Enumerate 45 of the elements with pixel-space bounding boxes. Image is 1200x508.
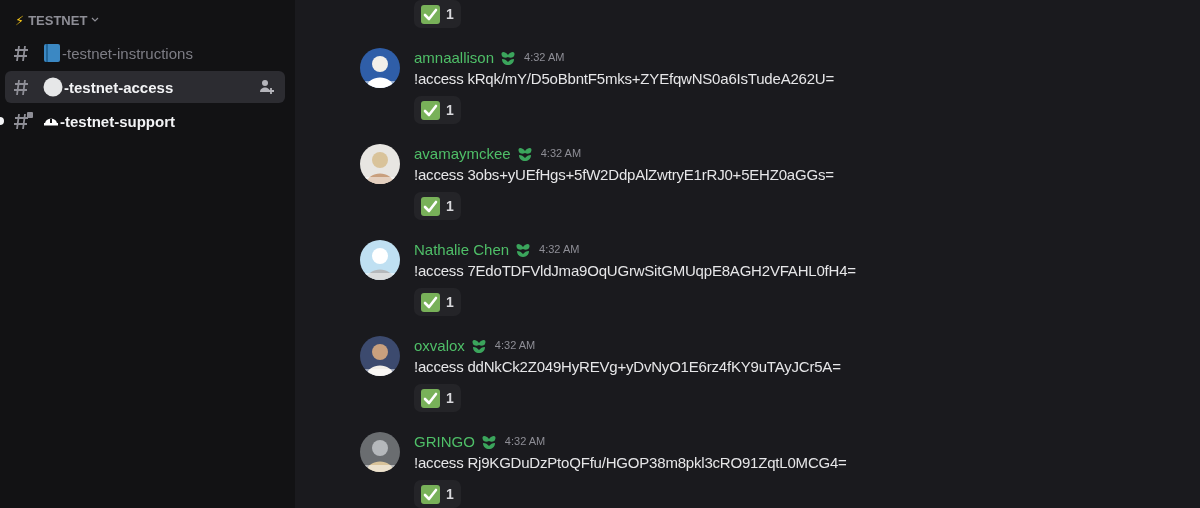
- reaction-button[interactable]: 1: [414, 480, 461, 508]
- timestamp: 4:32 AM: [524, 51, 565, 63]
- lightning-icon: ⚡: [15, 12, 25, 28]
- message-text: !access ddNkCk2Z049HyREVg+yDvNyO1E6rz4fKY9uTAyJCr5A=: [414, 357, 841, 377]
- message-text: !access 3obs+yUEfHgs+5fW2DdpAlZwtryE1rRJ0+5EHZ0aGGs=: [414, 165, 834, 185]
- username[interactable]: GRINGO: [414, 432, 475, 450]
- reaction-count: 1: [446, 486, 454, 502]
- channel-name: -testnet-access: [64, 78, 174, 96]
- check-mark-icon: [421, 100, 440, 120]
- book-icon: [43, 43, 61, 63]
- message-text: !access kRqk/mY/D5oBbntF5mks+ZYEfqwNS0a6IsTudeA262U=: [414, 69, 835, 89]
- circle-icon: [43, 77, 63, 97]
- channel-item[interactable]: -testnet-support: [5, 105, 285, 137]
- reaction-count: 1: [446, 102, 454, 118]
- locked-hash-icon: [13, 112, 33, 130]
- reaction-count: 1: [446, 390, 454, 406]
- timestamp: 4:32 AM: [494, 339, 536, 351]
- reaction-count: 1: [446, 294, 454, 310]
- check-mark-icon: [421, 196, 440, 216]
- reaction-button[interactable]: 1: [414, 288, 461, 316]
- reaction-button[interactable]: 1: [414, 0, 461, 28]
- username[interactable]: oxvalox: [414, 336, 465, 354]
- reaction-button[interactable]: 1: [414, 96, 461, 124]
- reaction-button[interactable]: 1: [414, 192, 461, 220]
- reaction-button[interactable]: 1: [414, 384, 461, 412]
- add-member-icon[interactable]: [259, 79, 275, 95]
- message-text: !access Rj9KGDuDzPtoQFfu/HGOP38m8pkl3cRO91ZqtL0MCG4=: [414, 453, 847, 473]
- timestamp: 4:32 AM: [504, 435, 546, 447]
- check-mark-icon: [421, 388, 440, 408]
- check-mark-icon: [421, 4, 440, 24]
- channel-item[interactable]: -testnet-instructions: [5, 37, 285, 69]
- check-mark-icon: [421, 484, 440, 504]
- channel-name: -testnet-support: [60, 112, 175, 130]
- reaction-count: 1: [446, 198, 454, 214]
- category-label[interactable]: TESTNET: [28, 12, 88, 28]
- username[interactable]: amnaallison: [414, 48, 495, 66]
- username[interactable]: Nathalie Chen: [414, 240, 510, 258]
- timestamp: 4:32 AM: [539, 243, 580, 255]
- reaction-count: 1: [446, 6, 454, 22]
- username[interactable]: avamaymckee: [414, 144, 511, 162]
- channel-item[interactable]: -testnet-access: [5, 71, 285, 103]
- timestamp: 4:32 AM: [540, 147, 582, 159]
- channel-name: -testnet-instructions: [62, 44, 193, 62]
- message-text: !access 7EdoTDFVldJma9OqUGrwSitGMUqpE8AGH2VFAHL0fH4=: [414, 261, 856, 281]
- check-mark-icon: [421, 292, 440, 312]
